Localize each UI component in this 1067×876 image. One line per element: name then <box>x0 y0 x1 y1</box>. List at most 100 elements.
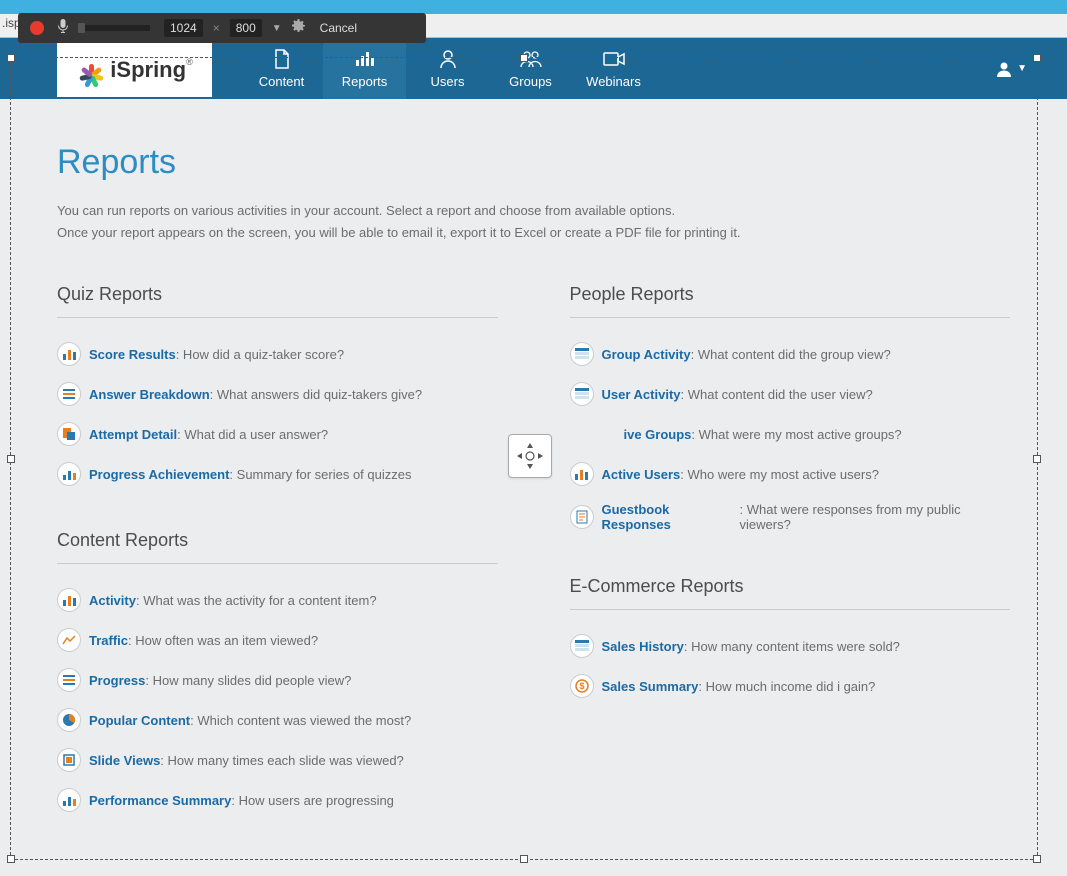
nav-reports[interactable]: Reports <box>323 38 406 99</box>
settings-icon[interactable] <box>290 18 306 39</box>
report-link[interactable]: Attempt Detail <box>89 427 177 442</box>
intro-line-2: Once your report appears on the screen, … <box>57 222 1010 244</box>
report-progress-achievement: Progress Achievement : Summary for serie… <box>57 462 498 486</box>
report-desc: : How often was an item viewed? <box>128 633 318 648</box>
report-activity: Activity : What was the activity for a c… <box>57 588 498 612</box>
report-desc: : How many slides did people view? <box>145 673 351 688</box>
slide-icon <box>57 748 81 772</box>
report-link[interactable]: Sales History <box>602 639 684 654</box>
dimension-separator: × <box>213 21 220 35</box>
logo-icon <box>76 55 106 85</box>
report-link[interactable]: User Activity <box>602 387 681 402</box>
nav-groups[interactable]: Groups <box>489 38 572 99</box>
bar-chart-icon <box>57 462 81 486</box>
report-score-results: Score Results : How did a quiz-taker sco… <box>57 342 498 366</box>
content-reports-section: Content Reports Activity : What was the … <box>57 530 498 812</box>
report-desc: : What was the activity for a content it… <box>136 593 377 608</box>
report-desc: : What did a user answer? <box>177 427 328 442</box>
camera-icon <box>603 48 625 70</box>
report-link[interactable]: Progress Achievement <box>89 467 229 482</box>
report-link[interactable]: Active Users <box>602 467 681 482</box>
document-icon <box>273 48 291 70</box>
nav-label: Users <box>431 74 465 89</box>
nav-content[interactable]: Content <box>240 38 323 99</box>
report-desc: : What content did the user view? <box>681 387 873 402</box>
bar-chart-icon <box>57 788 81 812</box>
move-cursor-overlay[interactable] <box>508 434 552 478</box>
report-desc: : How did a quiz-taker score? <box>176 347 344 362</box>
browser-tab-strip <box>0 0 1067 14</box>
nav-users[interactable]: Users <box>406 38 489 99</box>
table-icon <box>570 382 594 406</box>
report-slide-views: Slide Views : How many times each slide … <box>57 748 498 772</box>
report-attempt-detail: Attempt Detail : What did a user answer? <box>57 422 498 446</box>
bar-chart-icon <box>57 342 81 366</box>
report-desc: : Who were my most active users? <box>680 467 879 482</box>
report-desc: : Summary for series of quizzes <box>229 467 411 482</box>
section-title: Quiz Reports <box>57 284 498 318</box>
user-icon <box>439 48 457 70</box>
people-reports-section: People Reports Group Activity : What con… <box>570 284 1011 532</box>
report-performance-summary: Performance Summary : How users are prog… <box>57 788 498 812</box>
nav-label: Reports <box>342 74 388 89</box>
report-link[interactable]: Activity <box>89 593 136 608</box>
width-input[interactable]: 1024 <box>164 19 203 37</box>
record-button[interactable] <box>30 21 44 35</box>
report-desc: : What were responses from my public vie… <box>740 502 1010 532</box>
report-user-activity: User Activity : What content did the use… <box>570 382 1011 406</box>
bar-chart-icon <box>570 462 594 486</box>
move-icon <box>515 441 545 471</box>
logo-text: iSpring <box>110 57 186 83</box>
report-group-activity: Group Activity : What content did the gr… <box>570 342 1011 366</box>
report-link[interactable]: Traffic <box>89 633 128 648</box>
screen-recorder-toolbar: 1024 × 800 ▼ Cancel <box>18 13 426 43</box>
report-link[interactable]: Score Results <box>89 347 176 362</box>
pie-chart-icon <box>57 708 81 732</box>
table-icon <box>570 634 594 658</box>
group-icon <box>519 48 543 70</box>
detail-icon <box>57 422 81 446</box>
report-link[interactable]: Popular Content <box>89 713 190 728</box>
list-icon <box>57 668 81 692</box>
report-link[interactable]: ive Groups <box>624 427 692 442</box>
user-menu[interactable]: ▼ <box>995 38 1027 99</box>
report-desc: : How many times each slide was viewed? <box>160 753 404 768</box>
report-desc: : How users are progressing <box>231 793 394 808</box>
report-link[interactable]: Sales Summary <box>602 679 699 694</box>
intro-text: You can run reports on various activitie… <box>57 200 1010 244</box>
table-icon <box>570 342 594 366</box>
report-sales-history: Sales History : How many content items w… <box>570 634 1011 658</box>
report-active-groups: ive Groups : What were my most active gr… <box>570 422 1011 446</box>
logo[interactable]: iSpring ® <box>57 42 212 97</box>
chevron-down-icon: ▼ <box>1017 63 1027 74</box>
size-preset-dropdown[interactable]: ▼ <box>272 23 282 34</box>
section-title: E-Commerce Reports <box>570 576 1011 610</box>
report-desc: : How much income did i gain? <box>698 679 875 694</box>
report-link[interactable]: Slide Views <box>89 753 160 768</box>
report-link[interactable]: Performance Summary <box>89 793 231 808</box>
report-popular-content: Popular Content : Which content was view… <box>57 708 498 732</box>
nav-webinars[interactable]: Webinars <box>572 38 655 99</box>
report-link[interactable]: Guestbook Responses <box>602 502 740 532</box>
report-link[interactable]: Answer Breakdown <box>89 387 210 402</box>
main-header: iSpring ® Content Reports Users Groups W… <box>0 38 1067 99</box>
report-traffic: Traffic : How often was an item viewed? <box>57 628 498 652</box>
height-input[interactable]: 800 <box>230 19 262 37</box>
right-column: People Reports Group Activity : What con… <box>570 284 1011 856</box>
svg-text:$: $ <box>579 681 584 691</box>
ecommerce-reports-section: E-Commerce Reports Sales History : How m… <box>570 576 1011 698</box>
microphone-icon[interactable] <box>56 18 70 39</box>
report-sales-summary: $ Sales Summary : How much income did i … <box>570 674 1011 698</box>
report-link[interactable]: Group Activity <box>602 347 691 362</box>
dollar-icon: $ <box>570 674 594 698</box>
quiz-reports-section: Quiz Reports Score Results : How did a q… <box>57 284 498 486</box>
report-desc: : How many content items were sold? <box>684 639 900 654</box>
report-link[interactable]: Progress <box>89 673 145 688</box>
cancel-button[interactable]: Cancel <box>320 21 357 35</box>
report-active-users: Active Users : Who were my most active u… <box>570 462 1011 486</box>
avatar-icon <box>995 60 1013 78</box>
report-desc: : What answers did quiz-takers give? <box>210 387 422 402</box>
main-nav: Content Reports Users Groups Webinars <box>240 38 655 99</box>
chart-icon <box>355 48 375 70</box>
mic-volume-slider[interactable] <box>78 25 150 31</box>
